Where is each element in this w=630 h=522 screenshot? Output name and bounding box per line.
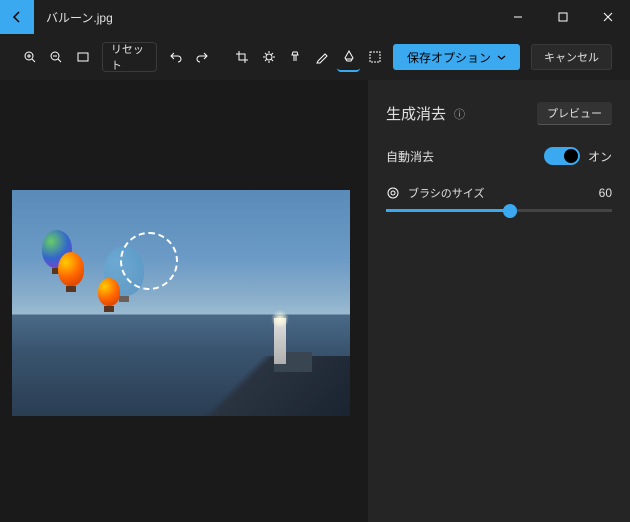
brush-size-value: 60	[599, 186, 612, 200]
filter-button[interactable]	[284, 42, 308, 72]
zoom-out-icon	[49, 50, 63, 64]
slider-thumb[interactable]	[503, 204, 517, 218]
side-panel: 生成消去 ⓘ プレビュー 自動消去 オン ブラシのサイズ 60	[368, 80, 630, 522]
auto-erase-row: 自動消去 オン	[386, 147, 612, 165]
cancel-button[interactable]: キャンセル	[531, 44, 612, 70]
maximize-button[interactable]	[540, 0, 585, 34]
erase-button[interactable]	[337, 42, 361, 72]
window-controls	[495, 0, 630, 34]
target-icon	[386, 186, 400, 200]
back-button[interactable]	[0, 0, 34, 34]
undo-icon	[169, 50, 183, 64]
crop-button[interactable]	[230, 42, 254, 72]
zoom-out-button[interactable]	[45, 42, 69, 72]
toggle-state-label: オン	[588, 148, 612, 165]
save-options-button[interactable]: 保存オプション	[393, 44, 520, 70]
zoom-in-button[interactable]	[18, 42, 42, 72]
reset-button[interactable]: リセット	[102, 42, 157, 72]
brush-size-label: ブラシのサイズ	[408, 185, 591, 201]
panel-title: 生成消去	[386, 103, 446, 124]
auto-erase-label: 自動消去	[386, 148, 434, 165]
panel-header: 生成消去 ⓘ プレビュー	[386, 102, 612, 125]
markup-button[interactable]	[310, 42, 334, 72]
crop-icon	[235, 50, 249, 64]
info-icon[interactable]: ⓘ	[454, 106, 465, 122]
markup-icon	[315, 50, 329, 64]
brush-size-row: ブラシのサイズ 60	[386, 185, 612, 201]
background-icon	[368, 50, 382, 64]
zoom-in-icon	[23, 50, 37, 64]
close-button[interactable]	[585, 0, 630, 34]
filter-icon	[288, 50, 302, 64]
save-label: 保存オプション	[407, 49, 491, 66]
redo-icon	[195, 50, 209, 64]
erase-icon	[342, 49, 356, 63]
window-title: バルーン.jpg	[34, 0, 495, 34]
titlebar: バルーン.jpg	[0, 0, 630, 34]
undo-button[interactable]	[164, 42, 188, 72]
image-canvas[interactable]	[12, 190, 350, 416]
image-lighthouse	[274, 318, 286, 364]
maximize-icon	[558, 12, 568, 22]
content-area: 生成消去 ⓘ プレビュー 自動消去 オン ブラシのサイズ 60	[0, 80, 630, 522]
auto-erase-toggle[interactable]	[544, 147, 580, 165]
brush-size-slider[interactable]	[386, 209, 612, 212]
fit-button[interactable]	[71, 42, 95, 72]
adjust-icon	[262, 50, 276, 64]
slider-fill	[386, 209, 510, 212]
fit-icon	[76, 50, 90, 64]
arrow-left-icon	[10, 10, 24, 24]
minimize-icon	[513, 12, 523, 22]
selection-marquee[interactable]	[120, 232, 178, 290]
redo-button[interactable]	[191, 42, 215, 72]
image-balloon	[58, 252, 84, 286]
toolbar: リセット 保存オプション キャンセル	[0, 34, 630, 80]
close-icon	[603, 12, 613, 22]
canvas-area[interactable]	[0, 80, 368, 522]
preview-button[interactable]: プレビュー	[537, 102, 612, 125]
chevron-down-icon	[497, 53, 506, 62]
minimize-button[interactable]	[495, 0, 540, 34]
background-button[interactable]	[363, 42, 387, 72]
image-balloon	[98, 278, 120, 306]
adjust-button[interactable]	[257, 42, 281, 72]
